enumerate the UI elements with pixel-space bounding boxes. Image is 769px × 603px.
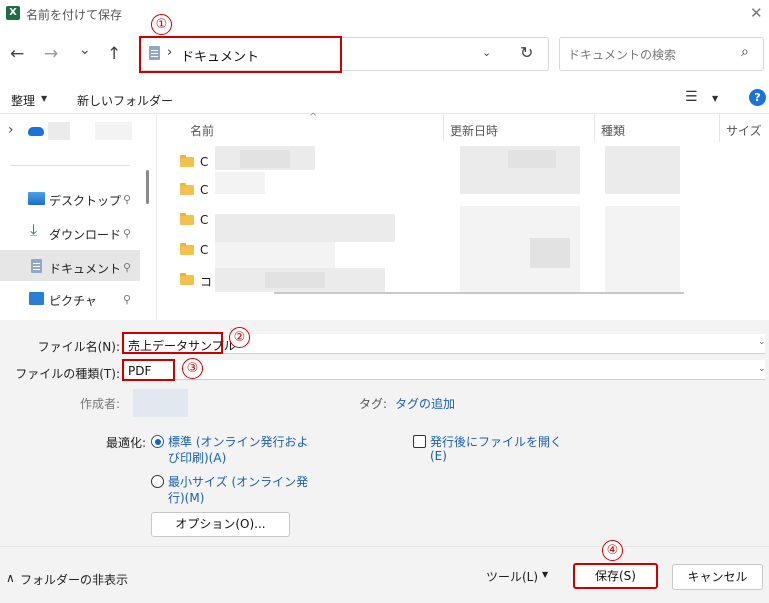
desktop-icon [28,192,45,205]
back-arrow-icon[interactable]: ← [10,44,24,64]
redacted-region [215,214,395,242]
address-dropdown-icon[interactable]: ⌄ [482,46,491,59]
filename-dropdown-icon[interactable]: ⌄ [758,337,766,347]
documents-icon [31,259,42,273]
folder-icon [180,155,194,167]
tags-label: タグ: [359,397,388,411]
column-divider[interactable] [594,114,595,142]
redacted-region [530,238,570,268]
radio-minimum-size-label[interactable]: 最小サイズ (オンライン発 [168,473,308,490]
column-header-size[interactable]: サイズ [726,122,762,139]
column-header-type[interactable]: 種類 [601,122,625,139]
annotation-step-2: ② [229,327,250,348]
pin-icon[interactable]: ⚲ [123,293,131,306]
folder-icon [180,213,194,225]
sidebar-item-desktop[interactable]: デスクトップ [49,192,121,209]
column-divider[interactable] [443,114,444,142]
onedrive-cloud-icon[interactable] [28,127,44,136]
redacted-region [240,150,290,168]
filetype-dropdown-icon[interactable]: ⌄ [758,364,766,374]
refresh-icon[interactable]: ↻ [520,43,533,62]
redacted-region [508,150,556,168]
help-icon[interactable]: ? [749,89,766,106]
toolbar-divider [0,113,769,114]
sidebar-item-pictures[interactable]: ピクチャ [49,292,97,309]
tools-menu[interactable]: ツール(L) [486,568,538,585]
redacted-region [605,146,680,194]
add-tag-link[interactable]: タグの追加 [395,395,455,412]
annotation-box-1 [139,36,342,73]
sort-ascending-icon: ^ [309,112,318,123]
options-button[interactable]: オプション(O)... [151,512,290,537]
excel-app-icon: X [6,6,20,20]
annotation-box-3 [122,359,175,381]
sidebar-item-downloads[interactable]: ダウンロード [49,226,121,243]
open-after-publish-label[interactable]: (E) [430,449,447,463]
horizontal-scrollbar[interactable] [274,292,684,294]
window-title: 名前を付けて保存 [26,8,123,22]
organize-menu[interactable]: 整理 [11,92,35,109]
open-after-publish-checkbox[interactable] [413,435,426,448]
sidebar-scrollbar[interactable] [146,170,149,204]
forward-arrow-icon[interactable]: → [44,44,58,64]
save-button[interactable]: 保存(S) [573,563,658,589]
onedrive-account-redacted[interactable] [48,122,70,140]
expand-chevron-icon[interactable]: › [8,122,14,138]
tools-caret-icon[interactable]: ▼ [542,570,548,579]
pin-icon[interactable]: ⚲ [123,227,131,240]
recent-locations-chevron-icon[interactable]: ⌄ [79,40,91,60]
annotation-step-1: ① [151,14,172,35]
filetype-select[interactable] [125,360,765,380]
radio-standard-label[interactable]: 標準 (オンライン発行およ [168,433,309,450]
folder-icon [180,243,194,255]
hide-folders-caret-icon[interactable]: ∧ [6,571,15,585]
sidebar-item-documents[interactable]: ドキュメント [49,260,121,277]
annotation-step-4: ④ [602,540,623,561]
annotation-step-3: ③ [182,358,203,379]
filename-label: ファイル名(N): [37,340,120,354]
view-options-icon[interactable]: ☰ [685,89,698,105]
sidebar-divider [10,165,130,166]
folder-icon [180,183,194,195]
pictures-icon [29,292,44,305]
hide-folders-button[interactable]: フォルダーの非表示 [20,571,128,588]
radio-minimum-size[interactable] [151,475,164,488]
redacted-region [605,206,680,292]
search-input[interactable]: ドキュメントの検索 [568,46,676,63]
pane-splitter[interactable] [156,114,157,320]
redacted-region [215,172,265,194]
annotation-box-2 [122,332,223,354]
folder-icon [180,273,194,285]
file-name: C [200,213,209,227]
column-header-name[interactable]: 名前 [190,122,214,139]
column-divider[interactable] [719,114,720,142]
new-folder-button[interactable]: 新しいフォルダー [77,92,173,109]
author-label: 作成者: [79,397,120,411]
close-icon[interactable]: ✕ [750,4,763,22]
redacted-region [265,272,325,288]
pin-icon[interactable]: ⚲ [123,193,131,206]
pin-icon[interactable]: ⚲ [123,261,131,274]
radio-standard-label[interactable]: び印刷)(A) [168,449,226,466]
file-name: コ [200,275,213,289]
organize-caret-icon[interactable]: ▼ [41,94,47,103]
file-name: C [200,183,209,197]
radio-standard[interactable] [151,435,164,448]
redacted-region [215,242,335,268]
cancel-button[interactable]: キャンセル [672,564,763,590]
file-name: C [200,155,209,169]
onedrive-account-redacted[interactable] [95,122,132,140]
view-caret-icon[interactable]: ▼ [712,94,718,103]
column-header-date-modified[interactable]: 更新日時 [450,122,498,139]
search-icon[interactable]: ⌕ [741,44,749,60]
optimize-label: 最適化: [105,436,146,450]
open-after-publish-label[interactable]: 発行後にファイルを開く [430,433,562,450]
author-value-redacted[interactable] [133,389,188,417]
footer-divider [0,546,769,547]
up-arrow-icon[interactable]: ↑ [107,44,121,64]
download-icon: ⤓ [30,220,38,239]
filetype-label: ファイルの種類(T): [15,367,120,381]
radio-minimum-size-label[interactable]: 行)(M) [168,489,204,506]
file-name: C [200,243,209,257]
